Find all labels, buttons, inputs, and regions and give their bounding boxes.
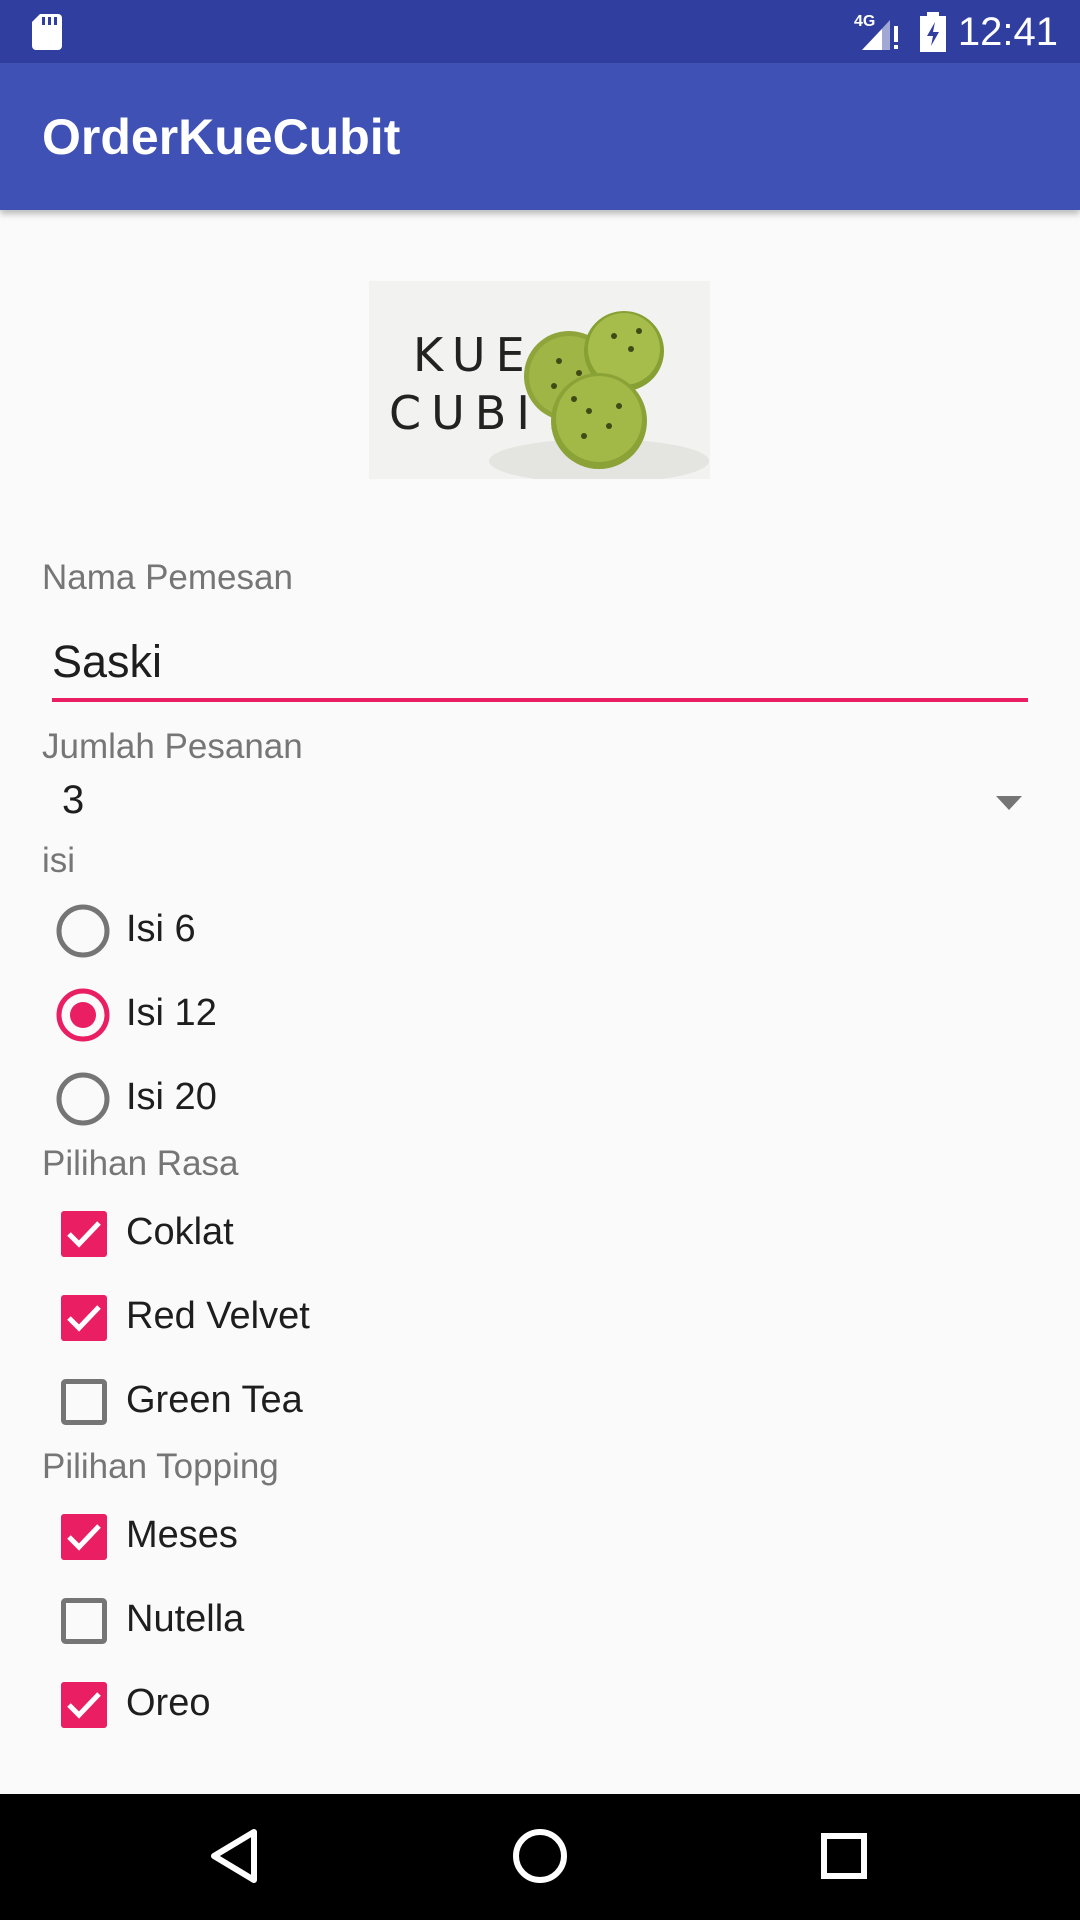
quantity-spinner[interactable]: 3 <box>42 772 1030 836</box>
dropdown-arrow-icon <box>996 796 1022 810</box>
name-input[interactable]: Saski <box>52 632 1028 702</box>
checkbox-coklat[interactable]: Coklat <box>52 1196 652 1266</box>
radio-checked-icon <box>56 988 110 1042</box>
checkbox-checked-icon <box>61 1211 107 1257</box>
checkbox-oreo[interactable]: Oreo <box>52 1667 652 1737</box>
recents-icon[interactable] <box>812 1824 876 1888</box>
checkbox-unchecked-icon <box>61 1598 107 1644</box>
checkbox-nutella[interactable]: Nutella <box>52 1583 652 1653</box>
quantity-value: 3 <box>62 778 85 822</box>
clock: 12:41 <box>957 10 1058 54</box>
checkbox-label: Nutella <box>126 1598 245 1640</box>
status-bar: 4G 12:41 <box>0 0 1080 63</box>
svg-text:4G: 4G <box>854 13 875 30</box>
app-bar: OrderKueCubit <box>0 63 1080 210</box>
name-label: Nama Pemesan <box>42 558 293 597</box>
quantity-label: Jumlah Pesanan <box>42 727 303 766</box>
radio-isi-12[interactable]: Isi 12 <box>52 977 652 1047</box>
back-icon[interactable] <box>204 1824 268 1888</box>
navigation-bar <box>0 1794 1080 1920</box>
isi-label: isi <box>42 841 76 880</box>
checkbox-checked-icon <box>61 1514 107 1560</box>
home-icon[interactable] <box>508 1824 572 1888</box>
checkbox-meses[interactable]: Meses <box>52 1499 652 1569</box>
checkbox-label: Oreo <box>126 1682 211 1724</box>
kue-cubit-image: KUE CUBIT <box>369 281 710 479</box>
checkbox-red-velvet[interactable]: Red Velvet <box>52 1280 652 1350</box>
signal-icon: 4G <box>854 13 898 50</box>
battery-icon <box>920 12 946 52</box>
checkbox-checked-icon <box>61 1295 107 1341</box>
radio-label: Isi 6 <box>126 908 196 950</box>
topping-label: Pilihan Topping <box>42 1447 279 1486</box>
app-title: OrderKueCubit <box>42 109 401 165</box>
checkbox-label: Red Velvet <box>126 1295 310 1337</box>
radio-unchecked-icon <box>56 1072 110 1126</box>
radio-label: Isi 12 <box>126 992 217 1034</box>
checkbox-label: Coklat <box>126 1211 234 1253</box>
radio-unchecked-icon <box>56 904 110 958</box>
radio-isi-20[interactable]: Isi 20 <box>52 1061 652 1131</box>
rasa-label: Pilihan Rasa <box>42 1144 239 1183</box>
sd-card-icon <box>32 14 62 50</box>
checkbox-green-tea[interactable]: Green Tea <box>52 1364 652 1434</box>
radio-label: Isi 20 <box>126 1076 217 1118</box>
radio-isi-6[interactable]: Isi 6 <box>52 893 652 963</box>
svg-text:KUE: KUE <box>413 328 535 382</box>
checkbox-checked-icon <box>61 1682 107 1728</box>
checkbox-unchecked-icon <box>61 1379 107 1425</box>
checkbox-label: Meses <box>126 1514 238 1556</box>
checkbox-label: Green Tea <box>126 1379 303 1421</box>
